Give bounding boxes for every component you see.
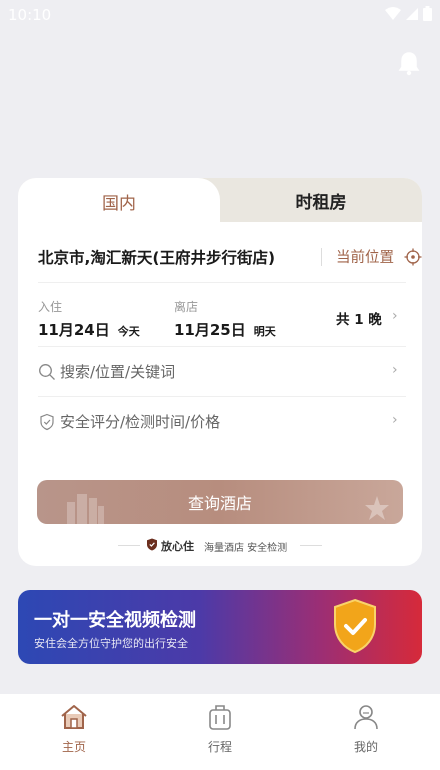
divider	[300, 545, 322, 546]
profile-icon	[354, 705, 378, 730]
hotel-search-card: 国内 时租房 北京市,淘汇新天(王府井步行街店) 当前位置 入住 11月24日今…	[18, 178, 422, 566]
query-button-label: 查询酒店	[187, 494, 252, 513]
tab-trips[interactable]: 行程	[180, 702, 260, 764]
checkout-sub: 明天	[253, 325, 276, 338]
current-location-button[interactable]: 当前位置	[336, 246, 394, 267]
status-icons	[385, 6, 432, 21]
assurance-row: 放心住 海量酒店 安全检测	[18, 537, 422, 554]
checkin-date[interactable]: 入住 11月24日 今天	[38, 298, 140, 340]
tab-home-label: 主页	[61, 740, 86, 754]
filter-label: 安全评分/检测时间/价格	[60, 413, 221, 431]
star-decoration-icon	[365, 496, 389, 520]
assurance-text: 海量酒店 安全检测	[204, 543, 288, 554]
nights-count: 共 1 晚	[336, 312, 382, 328]
checkin-value: 11月24日 今天	[38, 319, 140, 340]
shield-check-icon	[40, 413, 54, 431]
divider	[38, 346, 406, 347]
tab-profile[interactable]: 我的	[326, 702, 406, 764]
location-separator	[321, 248, 322, 266]
checkin-sub: 今天	[117, 325, 140, 338]
checkin-label: 入住	[38, 300, 63, 314]
divider	[38, 282, 406, 283]
search-icon	[39, 364, 55, 380]
banner-title: 一对一安全视频检测	[34, 610, 196, 631]
bell-icon[interactable]	[398, 50, 420, 76]
location-row[interactable]: 北京市,淘汇新天(王府井步行街店) 当前位置	[38, 244, 422, 270]
status-bar: 10:10	[0, 0, 440, 30]
signal-icon	[406, 7, 418, 20]
banner-subtitle: 安住会全方位守护您的出行安全	[34, 637, 188, 650]
wifi-icon	[385, 6, 401, 20]
filter-field[interactable]: 安全评分/检测时间/价格 ›	[38, 408, 408, 438]
checkout-value: 11月25日 明天	[174, 319, 276, 340]
city-skyline-icon	[67, 494, 104, 524]
divider	[118, 545, 140, 546]
luggage-icon	[209, 705, 231, 730]
tab-domestic[interactable]: 国内	[18, 178, 220, 224]
battery-icon	[423, 6, 432, 21]
tab-hourly[interactable]: 时租房	[220, 178, 422, 222]
search-field[interactable]: 搜索/位置/关键词 ›	[38, 358, 408, 388]
chevron-right-icon[interactable]: ›	[392, 308, 398, 324]
assurance-brand: 放心住	[161, 540, 194, 553]
search-placeholder: 搜索/位置/关键词	[60, 363, 176, 381]
chevron-right-icon: ›	[392, 412, 398, 428]
tab-bar: 国内 时租房	[18, 178, 422, 224]
home-icon	[61, 705, 87, 729]
checkout-date-text: 11月25日	[174, 321, 246, 339]
chevron-right-icon: ›	[392, 362, 398, 378]
locate-icon[interactable]	[404, 248, 422, 266]
video-inspection-banner[interactable]: 一对一安全视频检测 安住会全方位守护您的出行安全	[18, 590, 422, 664]
tab-home[interactable]: 主页	[34, 702, 114, 764]
shield-logo-icon	[147, 538, 157, 551]
checkout-date[interactable]: 离店 11月25日 明天	[174, 298, 276, 340]
divider	[38, 396, 406, 397]
query-hotel-button[interactable]: 查询酒店	[37, 480, 403, 524]
shield-check-icon	[334, 598, 376, 654]
tab-trips-label: 行程	[207, 740, 232, 754]
bottom-tab-bar: 主页 行程 我的	[0, 694, 440, 770]
location-text[interactable]: 北京市,淘汇新天(王府井步行街店)	[38, 246, 275, 268]
tab-profile-label: 我的	[353, 740, 378, 754]
status-time: 10:10	[8, 6, 52, 24]
checkout-label: 离店	[174, 300, 199, 314]
checkin-date-text: 11月24日	[38, 321, 110, 339]
